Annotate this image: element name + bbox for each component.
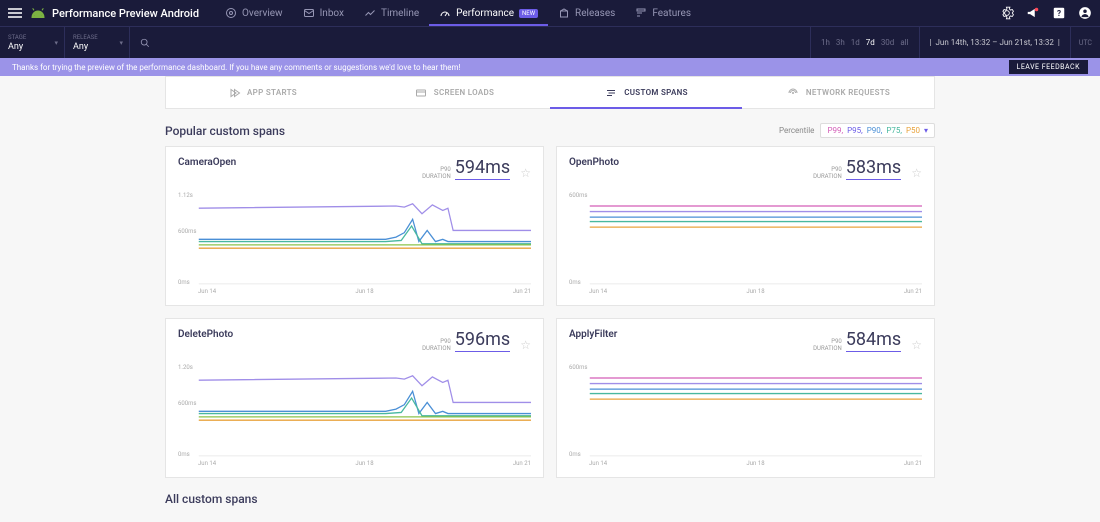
nav-features[interactable]: Features	[625, 0, 701, 26]
span-card[interactable]: DeletePhoto P90DURATION 596ms ☆ 1.20s 60…	[165, 318, 544, 478]
star-icon[interactable]: ☆	[520, 166, 531, 180]
span-card[interactable]: OpenPhoto P90DURATION 583ms ☆ 600ms 0ms …	[556, 146, 935, 306]
nav-inbox[interactable]: Inbox	[293, 0, 354, 26]
nav-overview[interactable]: Overview	[215, 0, 293, 26]
caret-icon: ▾	[54, 39, 58, 47]
banner-text: Thanks for trying the preview of the per…	[12, 63, 461, 72]
chart: 1.12s 600ms 0ms	[178, 186, 531, 286]
card-title: OpenPhoto	[569, 157, 619, 168]
time-30d[interactable]: 30d	[881, 38, 895, 47]
settings-icon[interactable]	[1000, 6, 1014, 20]
percentile-selector[interactable]: P99,P95,P90,P75,P50 ▾	[820, 123, 935, 138]
metric-value: 584ms	[846, 329, 901, 352]
help-icon[interactable]: ?	[1052, 6, 1066, 20]
search-input[interactable]	[130, 27, 810, 58]
date-range[interactable]: | Jun 14th, 13:32 – Jun 21st, 13:32 |	[919, 27, 1070, 58]
leave-feedback-button[interactable]: LEAVE FEEDBACK	[1009, 60, 1088, 74]
time-all[interactable]: all	[900, 38, 908, 47]
search-icon	[140, 38, 150, 48]
menu-button[interactable]	[8, 8, 22, 18]
svg-text:?: ?	[1057, 8, 1061, 18]
nav-releases[interactable]: Releases	[548, 0, 625, 26]
stage-label: STAGE	[8, 34, 56, 41]
star-icon[interactable]: ☆	[911, 166, 922, 180]
section-title: Popular custom spans	[165, 124, 285, 138]
metric-value: 596ms	[455, 329, 510, 352]
caret-icon: ▾	[119, 39, 123, 47]
span-card[interactable]: CameraOpen P90DURATION 594ms ☆ 1.12s 600…	[165, 146, 544, 306]
android-icon	[30, 8, 46, 18]
metric-value: 583ms	[846, 157, 901, 180]
nav-timeline[interactable]: Timeline	[354, 0, 429, 26]
all-spans-title: All custom spans	[165, 492, 935, 506]
tab-app-starts[interactable]: APP STARTS	[166, 77, 358, 108]
release-value: Any	[73, 42, 121, 52]
cards-grid: CameraOpen P90DURATION 594ms ☆ 1.12s 600…	[165, 146, 935, 478]
release-label: RELEASE	[73, 34, 121, 41]
time-3h[interactable]: 3h	[836, 38, 845, 47]
tab-network-requests[interactable]: NETWORK REQUESTS	[742, 77, 934, 108]
tab-custom-spans[interactable]: CUSTOM SPANS	[550, 77, 742, 108]
release-filter[interactable]: RELEASE Any ▾	[65, 27, 130, 58]
tab-screen-loads[interactable]: SCREEN LOADS	[358, 77, 550, 108]
card-title: DeletePhoto	[178, 329, 233, 340]
tab-strip: APP STARTSSCREEN LOADSCUSTOM SPANSNETWOR…	[165, 76, 935, 109]
timezone[interactable]: UTC	[1070, 27, 1100, 58]
account-icon[interactable]	[1078, 6, 1092, 20]
chart: 1.20s 600ms 0ms	[178, 358, 531, 458]
card-title: CameraOpen	[178, 157, 236, 168]
app-title: Performance Preview Android	[52, 7, 199, 20]
star-icon[interactable]: ☆	[520, 338, 531, 352]
span-card[interactable]: ApplyFilter P90DURATION 584ms ☆ 600ms 0m…	[556, 318, 935, 478]
metric-value: 594ms	[455, 157, 510, 180]
card-title: ApplyFilter	[569, 329, 617, 340]
stage-filter[interactable]: STAGE Any ▾	[0, 27, 65, 58]
nav-performance[interactable]: PerformanceNEW	[429, 0, 548, 26]
time-1d[interactable]: 1d	[851, 38, 860, 47]
chart: 600ms 0ms	[569, 358, 922, 458]
time-range-picker: 1h 3h 1d 7d 30d all	[810, 27, 919, 58]
time-7d[interactable]: 7d	[866, 38, 875, 47]
percentile-label: Percentile	[779, 126, 814, 135]
announce-icon[interactable]	[1026, 6, 1040, 20]
star-icon[interactable]: ☆	[911, 338, 922, 352]
time-1h[interactable]: 1h	[821, 38, 830, 47]
stage-value: Any	[8, 42, 56, 52]
chart: 600ms 0ms	[569, 186, 922, 286]
top-nav: OverviewInboxTimelinePerformanceNEWRelea…	[215, 0, 701, 26]
